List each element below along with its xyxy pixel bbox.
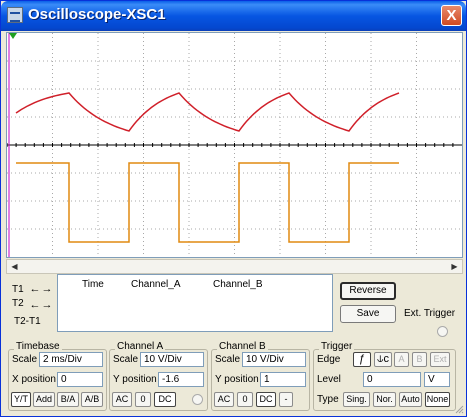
channel-b-scale-field[interactable]: 10 V/Div	[242, 352, 306, 367]
trigger-normal-button[interactable]: Nor.	[373, 392, 396, 407]
save-button[interactable]: Save	[340, 305, 396, 323]
trigger-source-ext-button[interactable]: Ext	[430, 352, 450, 367]
close-button[interactable]: X	[441, 5, 462, 26]
timebase-xpos-field[interactable]: 0	[57, 372, 103, 387]
channel-a-title: Channel A	[115, 341, 166, 352]
t2-t1-label: T2-T1	[14, 316, 41, 327]
mode-add-button[interactable]: Add	[33, 392, 55, 407]
trigger-edge-label: Edge	[317, 354, 341, 365]
mode-yt-button[interactable]: Y/T	[11, 392, 31, 407]
readout-header-channel-a: Channel_A	[131, 279, 181, 290]
mode-ba-button[interactable]: B/A	[57, 392, 79, 407]
channel-b-ypos-label: Y position	[215, 374, 259, 385]
t2-left-arrow-icon[interactable]: ←	[29, 300, 41, 312]
trigger-level-label: Level	[317, 374, 341, 385]
channel-b-title: Channel B	[217, 341, 268, 352]
trigger-level-field[interactable]: 0	[363, 372, 421, 387]
reverse-button[interactable]: Reverse	[340, 282, 396, 300]
trigger-single-button[interactable]: Sing.	[343, 392, 370, 407]
timebase-xpos-label: X position	[12, 374, 56, 385]
oscilloscope-window: Oscilloscope-XSC1 X ◀ ▶ T1 ← → T2 ← → T2…	[0, 0, 467, 417]
channel-b-ypos-field[interactable]: 1	[260, 372, 306, 387]
timebase-title: Timebase	[14, 341, 62, 352]
t1-cursor-handle-icon	[9, 33, 17, 39]
timebase-scale-field[interactable]: 2 ms/Div	[39, 352, 103, 367]
ext-trigger-radio[interactable]	[437, 326, 448, 337]
window-title: Oscilloscope-XSC1	[28, 6, 166, 23]
oscilloscope-icon	[7, 7, 23, 23]
channel-b-dc-button[interactable]: DC	[256, 392, 276, 407]
channel-a-trace	[15, 92, 400, 132]
ext-trigger-label: Ext. Trigger	[404, 308, 456, 319]
t1-label: T1	[12, 284, 24, 295]
channel-a-scale-field[interactable]: 10 V/Div	[140, 352, 204, 367]
trigger-type-label: Type	[317, 394, 339, 405]
trigger-level-unit[interactable]: V	[424, 372, 450, 387]
channel-a-dc-button[interactable]: DC	[154, 392, 176, 407]
channel-a-scale-label: Scale	[113, 354, 139, 365]
trigger-auto-button[interactable]: Auto	[399, 392, 422, 407]
channel-a-zero-button[interactable]: 0	[135, 392, 151, 407]
falling-edge-icon[interactable]: ⫝c	[374, 352, 392, 367]
t1-right-arrow-icon[interactable]: →	[41, 284, 53, 296]
trigger-none-button[interactable]: None	[425, 392, 450, 407]
scroll-right-icon[interactable]: ▶	[447, 260, 462, 273]
scope-display[interactable]	[6, 32, 463, 258]
scroll-left-icon[interactable]: ◀	[7, 260, 22, 273]
t2-right-arrow-icon[interactable]: →	[41, 300, 53, 312]
trigger-source-b-button[interactable]: B	[412, 352, 427, 367]
readout-header-channel-b: Channel_B	[213, 279, 263, 290]
rising-edge-icon[interactable]: ƒ	[353, 352, 371, 367]
trigger-title: Trigger	[319, 341, 355, 352]
channel-b-trace	[16, 162, 399, 243]
channel-a-ac-button[interactable]: AC	[112, 392, 132, 407]
timebase-scale-label: Scale	[12, 354, 38, 365]
trigger-source-a-button[interactable]: A	[394, 352, 409, 367]
cursor-readout-table: Time Channel_A Channel_B	[57, 274, 333, 332]
channel-a-ypos-label: Y position	[113, 374, 157, 385]
channel-b-invert-button[interactable]: -	[279, 392, 293, 407]
channel-b-ac-button[interactable]: AC	[214, 392, 234, 407]
channel-a-radio[interactable]	[192, 394, 203, 405]
mode-ab-button[interactable]: A/B	[81, 392, 103, 407]
channel-a-ypos-field[interactable]: -1.6	[158, 372, 204, 387]
resize-grip-icon[interactable]	[454, 404, 464, 414]
scope-screen	[7, 33, 462, 257]
readout-header-time: Time	[82, 279, 104, 290]
t1-left-arrow-icon[interactable]: ←	[29, 284, 41, 296]
horizontal-scrollbar[interactable]: ◀ ▶	[6, 259, 463, 274]
channel-b-zero-button[interactable]: 0	[237, 392, 253, 407]
title-bar[interactable]: Oscilloscope-XSC1 X	[1, 1, 466, 31]
t2-label: T2	[12, 298, 24, 309]
channel-b-scale-label: Scale	[215, 354, 241, 365]
